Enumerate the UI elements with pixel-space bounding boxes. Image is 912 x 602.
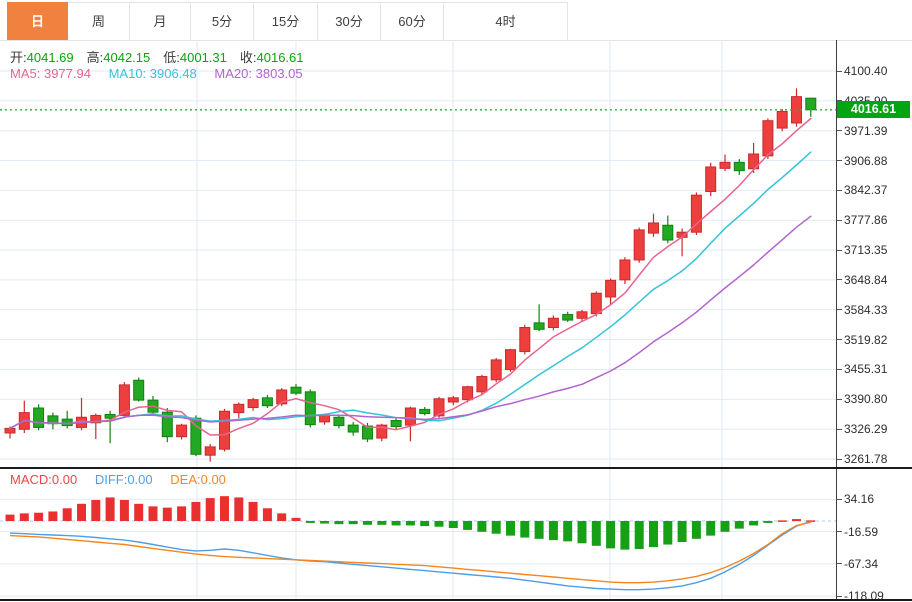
price-axis-tick: 3261.78 [837,450,887,468]
macd-chart-svg[interactable] [0,468,836,600]
ma10-value: 3906.48 [149,66,197,81]
tab-4hour[interactable]: 4时 [444,2,568,40]
kline-chart-app: 日 周 月 5分 15分 30分 60分 4时 开:4041.69 高:4042.… [0,0,912,602]
last-price-tag: 4016.61 [837,101,910,119]
pane-separator [0,467,912,469]
price-axis-tick: 3584.33 [837,301,887,319]
price-axis-tick: 3390.80 [837,390,887,408]
ma20-label: MA20: [214,66,252,81]
price-axis-tick: 4100.40 [837,62,887,80]
price-axis-tick: 3519.82 [837,331,887,349]
high-label: 高: [86,50,104,65]
diff-value: 0.00 [127,472,153,487]
main-chart-svg[interactable] [0,40,836,468]
tab-month[interactable]: 月 [130,2,191,40]
ma20-value: 3803.05 [255,66,303,81]
macd-axis-tick: 34.16 [837,490,874,508]
tab-60min[interactable]: 60分 [381,2,444,40]
timeframe-tabbar: 日 周 月 5分 15分 30分 60分 4时 [7,2,568,40]
ma-readout: MA5: 3977.94 MA10: 3906.48 MA20: 3803.05 [10,66,317,81]
price-axis-tick: 3455.31 [837,360,887,378]
price-axis-tick: 3648.84 [837,271,887,289]
open-label: 开: [10,50,27,65]
dea-label: DEA: [170,472,201,487]
close-label: 收: [239,50,257,65]
macd-axis-tick: -67.34 [837,555,878,573]
price-axis-tick: 3906.88 [837,152,887,170]
ma5-label: MA5: [10,66,41,81]
bottom-border [0,599,912,601]
macd-readout: MACD:0.00 DIFF:0.00 DEA:0.00 [10,472,240,487]
macd-value: 0.00 [51,472,78,487]
high-value: 4042.15 [103,50,151,65]
tab-day[interactable]: 日 [7,2,68,40]
close-value: 4016.61 [256,50,304,65]
price-axis-tick: 3326.29 [837,420,887,438]
tab-15min[interactable]: 15分 [254,2,318,40]
tab-week[interactable]: 周 [68,2,130,40]
ohlc-readout: 开:4041.69 高:4042.15 低:4001.31 收:4016.61 [10,47,317,66]
dea-value: 0.00 [200,472,226,487]
tab-5min[interactable]: 5分 [191,2,254,40]
low-value: 4001.31 [179,50,227,65]
low-label: 低: [163,50,180,65]
ma5-value: 3977.94 [43,66,91,81]
price-axis-tick: 3971.39 [837,122,887,140]
diff-label: DIFF: [94,472,128,487]
macd-label: MACD: [10,472,52,487]
price-axis-tick: 3842.37 [837,181,887,199]
price-axis-tick: 3713.35 [837,241,887,259]
ma10-label: MA10: [108,66,147,81]
tab-30min[interactable]: 30分 [318,2,381,40]
macd-axis-tick: -16.59 [837,523,878,541]
price-axis-tick: 3777.86 [837,211,887,229]
open-value: 4041.69 [26,50,74,65]
